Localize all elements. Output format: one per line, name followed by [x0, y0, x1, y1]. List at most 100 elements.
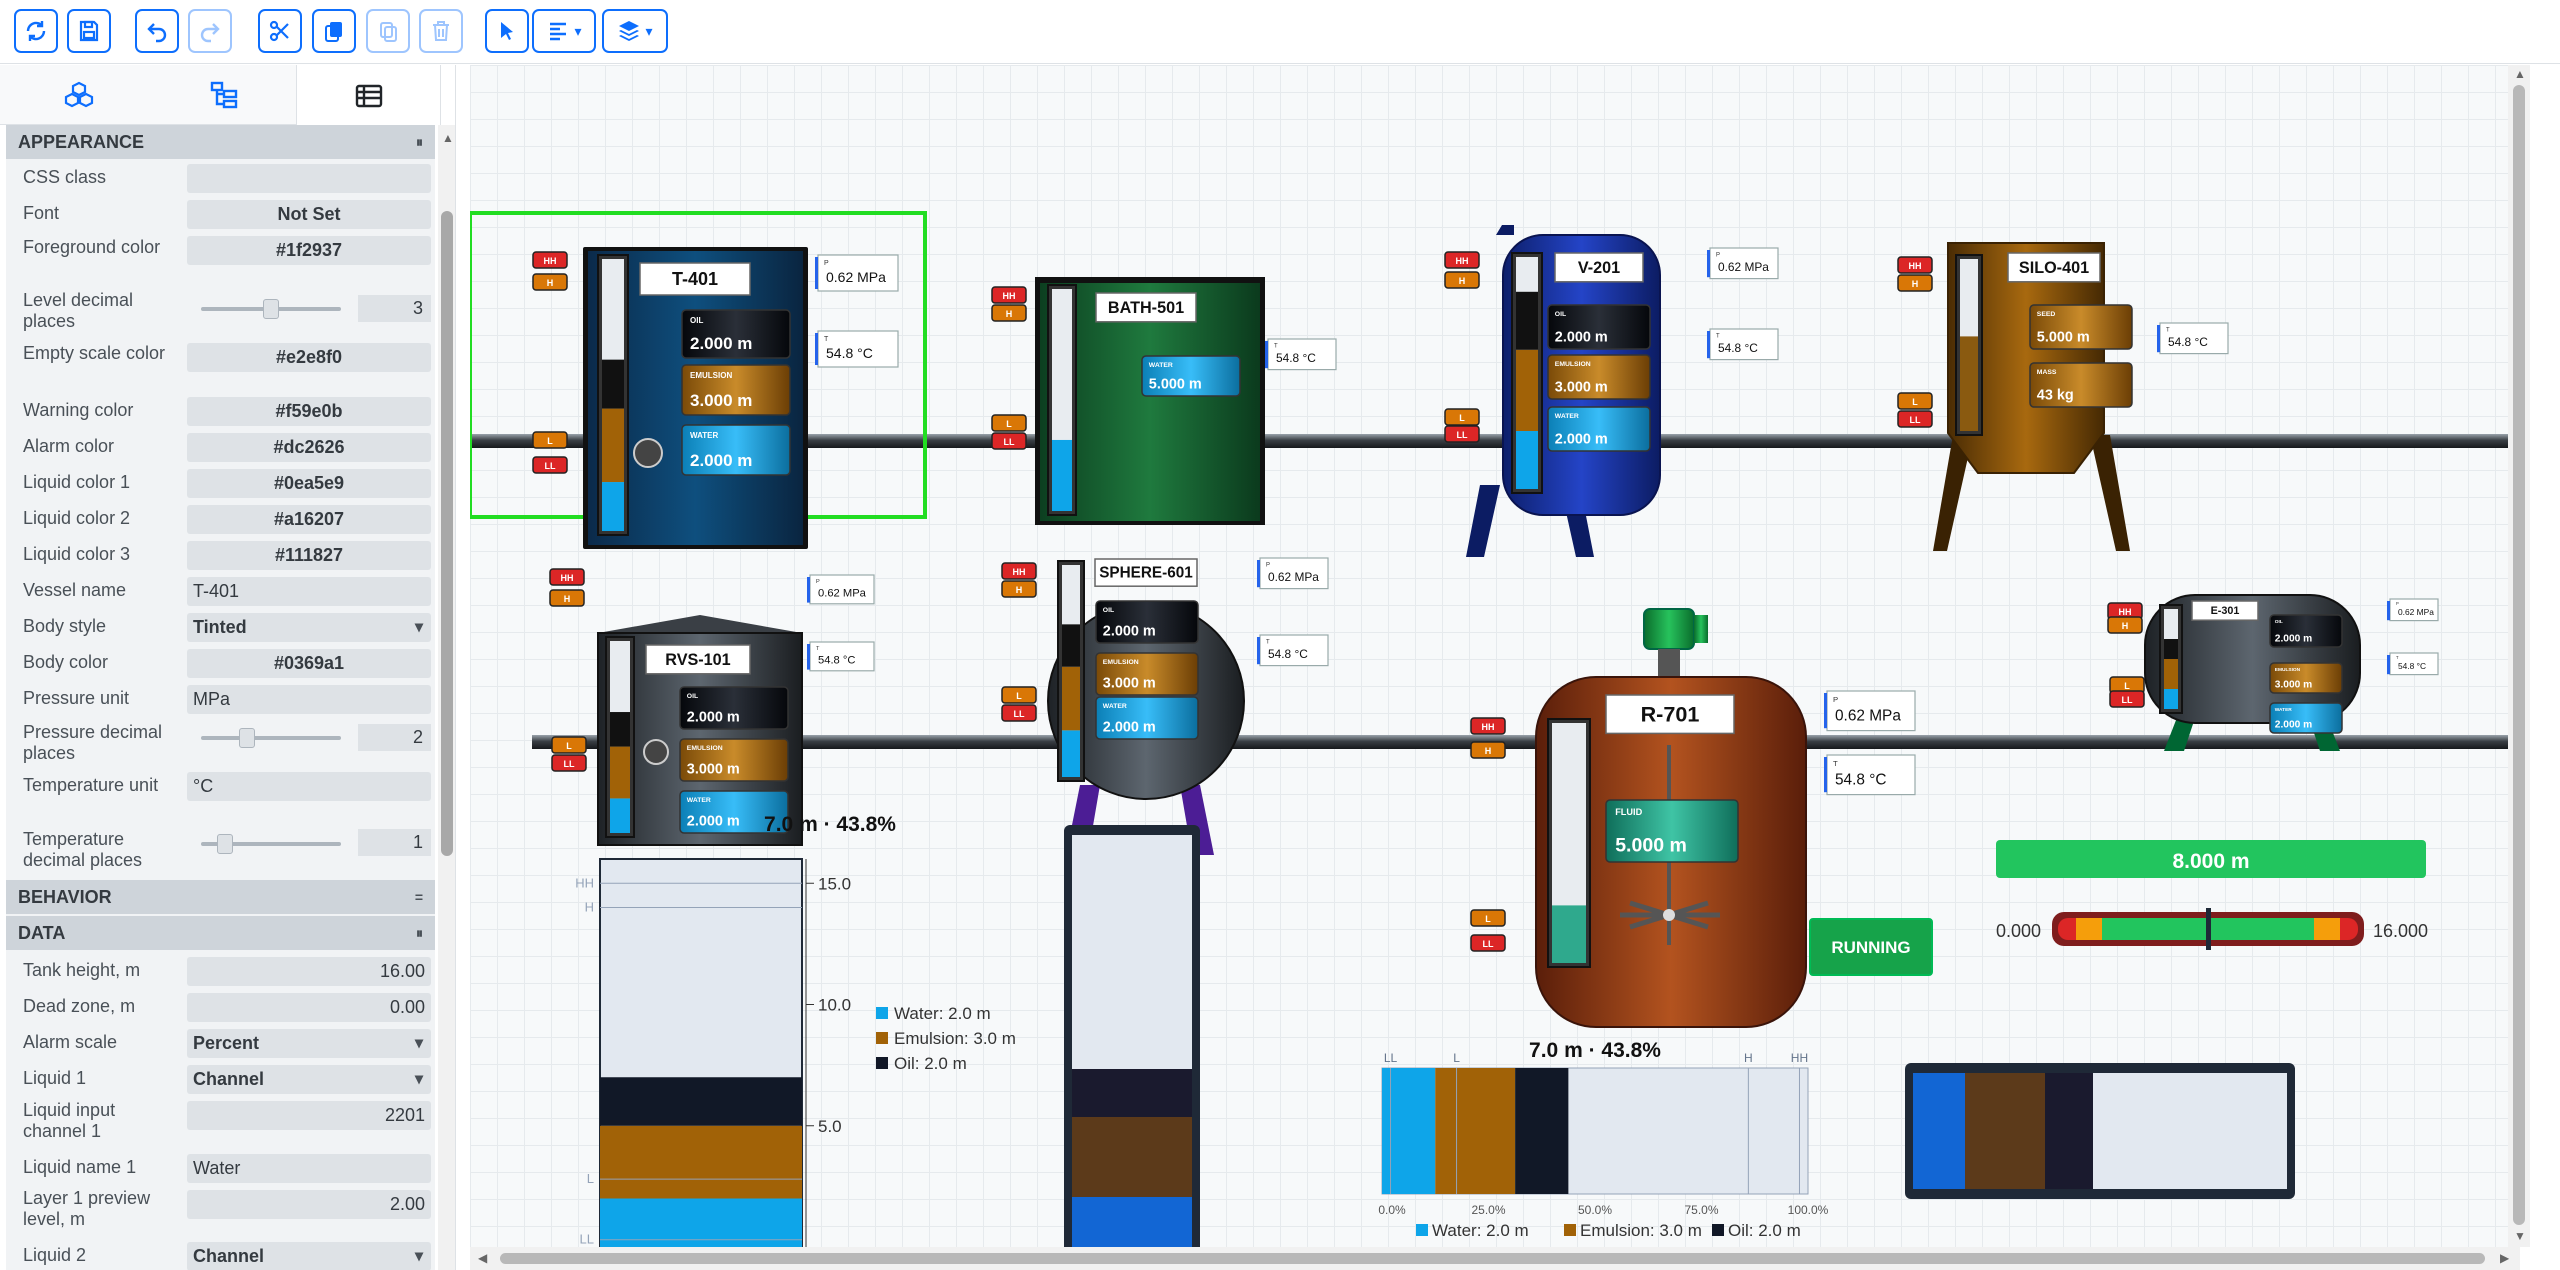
layer-name: MASS	[2037, 369, 2057, 376]
pressure-unit-input[interactable]: MPa	[187, 685, 431, 714]
alarm-scale-select[interactable]: Percent	[187, 1029, 431, 1058]
liquid-2-select[interactable]: Channel	[187, 1242, 431, 1270]
scroll-up-icon[interactable]: ▲	[442, 131, 454, 145]
foreground-color-picker[interactable]: #1f2937	[187, 236, 431, 265]
canvas-horizontal-scrollbar[interactable]: ◀ ▶	[470, 1247, 2520, 1270]
scissors-icon	[269, 20, 289, 42]
liquid-color-2-picker[interactable]: #a16207	[187, 505, 431, 534]
canvas-scene: T-401 OIL 2.000 m EMULSION 3.000 m WATER 2.000…	[470, 211, 2510, 1247]
font-button[interactable]: Not Set	[187, 200, 431, 229]
cut-button[interactable]	[258, 9, 302, 53]
pressure-decimal-input[interactable]: 2	[358, 724, 431, 751]
prop-label: Temperature unit	[23, 775, 159, 795]
layer-name: FLUID	[1615, 807, 1642, 817]
slider-thumb[interactable]	[263, 299, 279, 319]
vessel-name: SILO-401	[2019, 259, 2089, 277]
tank-v-201[interactable]: V-201 OIL 2.000 m EMULSION 3.000 m WATER 2.000…	[1444, 225, 1779, 557]
tank-sphere-601[interactable]: SPHERE-601 OIL 2.000 m EMULSION 3.000 m WATER…	[1001, 557, 1329, 855]
scroll-left-icon[interactable]: ◀	[478, 1251, 487, 1265]
design-canvas[interactable]: T-401 OIL 2.000 m EMULSION 3.000 m WATER 2.000…	[470, 65, 2520, 1247]
tank-rvs-101[interactable]: RVS-101 OIL 2.000 m EMULSION 3.000 m WATER 2.0…	[549, 568, 875, 846]
vessel-name-input[interactable]: T-401	[187, 577, 431, 606]
tank-t-401[interactable]: T-401 OIL 2.000 m EMULSION 3.000 m WATER 2.000…	[532, 247, 899, 549]
expand-icon: =	[414, 889, 423, 905]
refresh-button[interactable]	[14, 9, 58, 53]
prop-label: Liquid 2	[23, 1245, 87, 1265]
layer-value: 5.000 m	[2037, 329, 2090, 345]
slider-thumb[interactable]	[217, 834, 233, 854]
readout-value: 0.62 MPa	[1718, 260, 1769, 274]
layer-1-preview-level-input[interactable]: 2.00	[187, 1190, 431, 1219]
scrollbar-thumb[interactable]	[441, 211, 453, 856]
collapse-icon: ⏸	[416, 925, 423, 941]
readout-tag: T	[824, 336, 829, 343]
sidebar-scrollbar[interactable]: ▲	[438, 125, 455, 1270]
save-button[interactable]	[67, 9, 111, 53]
level-decimal-input[interactable]: 3	[358, 295, 431, 322]
sight-liquid	[2164, 639, 2178, 659]
prop-label: Tank height, m	[23, 960, 141, 980]
liquid-color-1-picker[interactable]: #0ea5e9	[187, 469, 431, 498]
warning-color-picker[interactable]: #f59e0b	[187, 397, 431, 426]
readout-value: 54.8 °C	[826, 345, 873, 361]
empty-scale-color-picker[interactable]: #e2e8f0	[187, 343, 431, 372]
level-decimal-slider[interactable]	[201, 299, 341, 319]
alarm-label: LL	[564, 759, 575, 769]
readout-accent	[1265, 341, 1268, 369]
readout-tag: P	[1716, 253, 1720, 259]
section-data[interactable]: DATA ⏸	[6, 916, 435, 950]
scrollbar-thumb[interactable]	[2513, 85, 2525, 1225]
slider-thumb[interactable]	[239, 728, 255, 748]
section-title: DATA	[18, 923, 66, 943]
pressure-decimal-slider[interactable]	[201, 728, 341, 748]
layer-value: 2.000 m	[1103, 719, 1156, 735]
scrollbar-thumb[interactable]	[500, 1253, 2485, 1264]
body-style-select[interactable]: Tinted	[187, 613, 431, 642]
tank-height-input[interactable]: 16.00	[187, 957, 431, 986]
scale-max: 16.000	[2373, 921, 2428, 941]
liquid-color-3-picker[interactable]: #111827	[187, 541, 431, 570]
liquid-input-channel-1-input[interactable]: 2201	[187, 1101, 431, 1130]
alarm-color-picker[interactable]: #dc2626	[187, 433, 431, 462]
align-left-icon	[550, 22, 567, 41]
tab-components[interactable]	[6, 65, 151, 125]
dead-zone-input[interactable]: 0.00	[187, 993, 431, 1022]
alarm-label: L	[1459, 413, 1465, 423]
layers-dropdown[interactable]: ▾	[602, 9, 668, 53]
tank-silo-401[interactable]: SILO-401SEED5.000 mMASS43 kgHHHLLLT54.8 …	[1897, 242, 2229, 551]
layer-value: 2.000 m	[690, 451, 752, 470]
section-behavior[interactable]: BEHAVIOR =	[6, 880, 435, 914]
scroll-right-icon[interactable]: ▶	[2500, 1251, 2509, 1265]
temperature-unit-input[interactable]: °C	[187, 772, 431, 801]
tank-roof	[598, 615, 802, 633]
scroll-down-icon[interactable]: ▼	[2514, 1229, 2526, 1243]
section-appearance[interactable]: APPEARANCE ⏸	[6, 125, 435, 159]
prop-label: Dead zone, m	[23, 996, 136, 1016]
tank-r-701[interactable]: R-701FLUID5.000 mHHHLLLP0.62 MPaT54.8 °C…	[1470, 608, 1933, 1028]
scroll-up-icon[interactable]: ▲	[2514, 67, 2526, 81]
tick-label: 25.0%	[1471, 1203, 1505, 1217]
tank-bath-501[interactable]: BATH-501WATER5.000 mHHHLLLT54.8 °C	[991, 277, 1337, 525]
sight-liquid	[2164, 659, 2178, 689]
tank-e-301[interactable]: E-301 OIL 2.000 m EMULSION 3.000 m WATER 2.000…	[2107, 594, 2439, 751]
sight-liquid	[1516, 349, 1538, 431]
readout-tag: P	[816, 579, 820, 585]
tab-tree[interactable]	[151, 65, 296, 125]
css-class-input[interactable]	[187, 164, 431, 193]
paste-button[interactable]	[366, 9, 410, 53]
body-color-picker[interactable]: #0369a1	[187, 649, 431, 678]
liquid-name-1-input[interactable]: Water	[187, 1154, 431, 1183]
vessel-name: SPHERE-601	[1099, 565, 1193, 582]
temperature-decimal-input[interactable]: 1	[358, 829, 431, 856]
copy-button[interactable]	[312, 9, 356, 53]
liquid-1-select[interactable]: Channel	[187, 1065, 431, 1094]
canvas-vertical-scrollbar[interactable]: ▲ ▼	[2508, 65, 2530, 1247]
tab-properties[interactable]	[296, 65, 441, 126]
delete-button[interactable]	[419, 9, 463, 53]
temperature-decimal-slider[interactable]	[201, 834, 341, 854]
align-dropdown[interactable]: ▾	[532, 9, 596, 53]
redo-button[interactable]	[188, 9, 232, 53]
legend-swatch	[1416, 1224, 1428, 1236]
pointer-button[interactable]	[485, 9, 529, 53]
undo-button[interactable]	[135, 9, 179, 53]
